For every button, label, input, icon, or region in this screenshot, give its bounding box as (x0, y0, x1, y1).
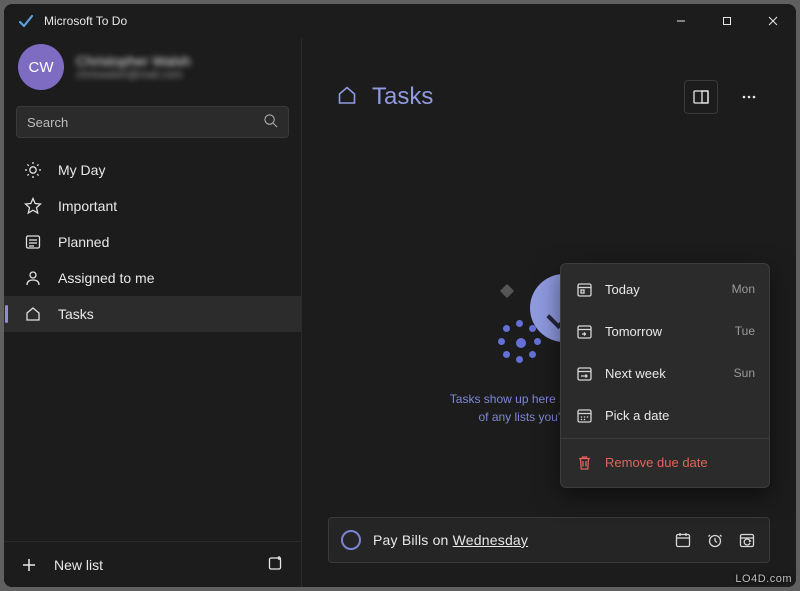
new-list-button[interactable]: New list (54, 557, 103, 573)
star-icon (24, 197, 42, 215)
sidebar: CW Christopher Walsh chriswalsh@mail.com… (4, 38, 302, 587)
sidebar-item-tasks[interactable]: Tasks (4, 296, 301, 332)
calendar-pick-icon (575, 406, 593, 424)
search-input[interactable]: Search (16, 106, 289, 138)
titlebar: Microsoft To Do (4, 4, 796, 38)
home-icon (24, 305, 42, 323)
calendar-list-icon (24, 233, 42, 251)
more-button[interactable] (732, 80, 766, 114)
app-window: Microsoft To Do CW Christopher Walsh chr… (4, 4, 796, 587)
main-panel: Tasks (302, 38, 796, 587)
add-task-input[interactable]: Pay Bills on Wednesday (328, 517, 770, 563)
home-icon (336, 84, 358, 111)
page-title: Tasks (372, 83, 670, 111)
profile-section[interactable]: CW Christopher Walsh chriswalsh@mail.com (4, 38, 301, 100)
calendar-tomorrow-icon (575, 322, 593, 340)
due-today[interactable]: Today Mon (561, 268, 769, 310)
due-next-week[interactable]: Next week Sun (561, 352, 769, 394)
nav-list: My Day Important Planned Assigned to me … (4, 148, 301, 541)
app-title: Microsoft To Do (44, 14, 127, 28)
sidebar-item-assigned[interactable]: Assigned to me (4, 260, 301, 296)
new-group-button[interactable] (267, 554, 285, 575)
sidebar-item-my-day[interactable]: My Day (4, 152, 301, 188)
app-icon (18, 13, 34, 29)
sidebar-item-label: Assigned to me (58, 270, 155, 286)
avatar: CW (18, 44, 64, 90)
maximize-button[interactable] (704, 4, 750, 38)
remove-due-date[interactable]: Remove due date (561, 441, 769, 483)
sidebar-item-label: Important (58, 198, 117, 214)
task-radio-icon[interactable] (341, 530, 361, 550)
calendar-today-icon (575, 280, 593, 298)
calendar-nextweek-icon (575, 364, 593, 382)
person-icon (24, 269, 42, 287)
close-button[interactable] (750, 4, 796, 38)
task-input-text[interactable]: Pay Bills on Wednesday (373, 532, 661, 548)
minimize-button[interactable] (658, 4, 704, 38)
repeat-button[interactable] (737, 530, 757, 550)
sidebar-footer: New list (4, 541, 301, 587)
due-date-button[interactable] (673, 530, 693, 550)
due-date-popup: Today Mon Tomorrow Tue Next week Sun Pic… (560, 263, 770, 488)
profile-name: Christopher Walsh (76, 53, 191, 69)
popup-separator (561, 438, 769, 439)
trash-icon (575, 453, 593, 471)
watermark: LO4D.com (735, 573, 792, 585)
profile-email: chriswalsh@mail.com (76, 69, 191, 81)
sidebar-item-label: Planned (58, 234, 109, 250)
sidebar-item-important[interactable]: Important (4, 188, 301, 224)
sun-icon (24, 161, 42, 179)
main-header: Tasks (302, 38, 796, 124)
search-placeholder: Search (27, 115, 263, 130)
due-tomorrow[interactable]: Tomorrow Tue (561, 310, 769, 352)
plus-icon (20, 556, 38, 574)
search-icon (263, 113, 278, 131)
sidebar-item-planned[interactable]: Planned (4, 224, 301, 260)
sidebar-item-label: Tasks (58, 306, 94, 322)
sidebar-item-label: My Day (58, 162, 105, 178)
due-pick-date[interactable]: Pick a date (561, 394, 769, 436)
list-options-button[interactable] (684, 80, 718, 114)
reminder-button[interactable] (705, 530, 725, 550)
